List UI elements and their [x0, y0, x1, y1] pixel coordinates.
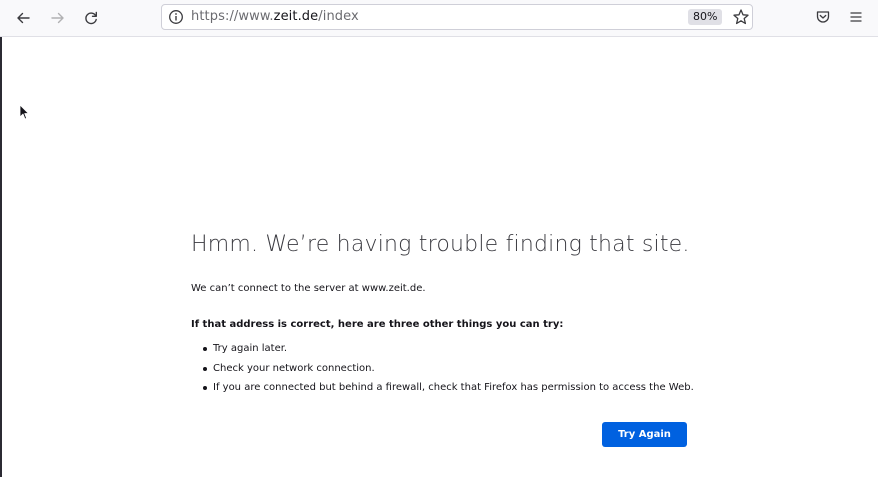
forward-button[interactable] [45, 6, 71, 30]
arrow-right-icon [51, 12, 64, 24]
suggestion-item: If you are connected but behind a firewa… [191, 381, 694, 401]
url-host: zeit.de [273, 9, 319, 24]
suggestion-text: If you are connected but behind a firewa… [213, 382, 694, 393]
bullet-icon [203, 347, 207, 351]
arrow-left-icon [17, 12, 30, 24]
browser-window: https://www.zeit.de/index 80% Hmm. We’re… [0, 0, 878, 477]
suggestion-item: Check your network connection. [191, 362, 694, 382]
bullet-icon [203, 366, 207, 371]
window-left-border [0, 37, 2, 477]
suggestions-heading: If that address is correct, here are thr… [191, 319, 564, 330]
error-page-content: Hmm. We’re having trouble finding that s… [191, 232, 711, 447]
pocket-icon[interactable] [815, 9, 831, 25]
bullet-icon [203, 386, 207, 390]
reload-button[interactable] [78, 6, 104, 30]
url-bar[interactable]: https://www.zeit.de/index 80% [161, 4, 753, 30]
try-again-button[interactable]: Try Again [602, 422, 687, 447]
mouse-cursor-icon [19, 104, 29, 120]
browser-toolbar: https://www.zeit.de/index 80% [0, 0, 878, 37]
error-title: Hmm. We’re having trouble finding that s… [191, 232, 690, 257]
back-button[interactable] [10, 6, 36, 30]
url-text[interactable]: https://www.zeit.de/index [191, 9, 359, 24]
hamburger-menu-icon[interactable] [848, 9, 864, 25]
info-icon[interactable] [168, 9, 184, 25]
url-prefix: https://www. [191, 9, 274, 24]
url-path: /index [318, 9, 359, 24]
zoom-level-badge[interactable]: 80% [688, 9, 723, 25]
suggestion-item: Try again later. [191, 342, 694, 362]
suggestion-text: Try again later. [213, 343, 288, 354]
error-description: We can’t connect to the server at www.ze… [191, 283, 426, 294]
star-icon[interactable] [732, 8, 750, 26]
suggestion-text: Check your network connection. [213, 362, 375, 374]
reload-icon [85, 11, 97, 25]
suggestions-list: Try again later. Check your network conn… [191, 342, 694, 401]
